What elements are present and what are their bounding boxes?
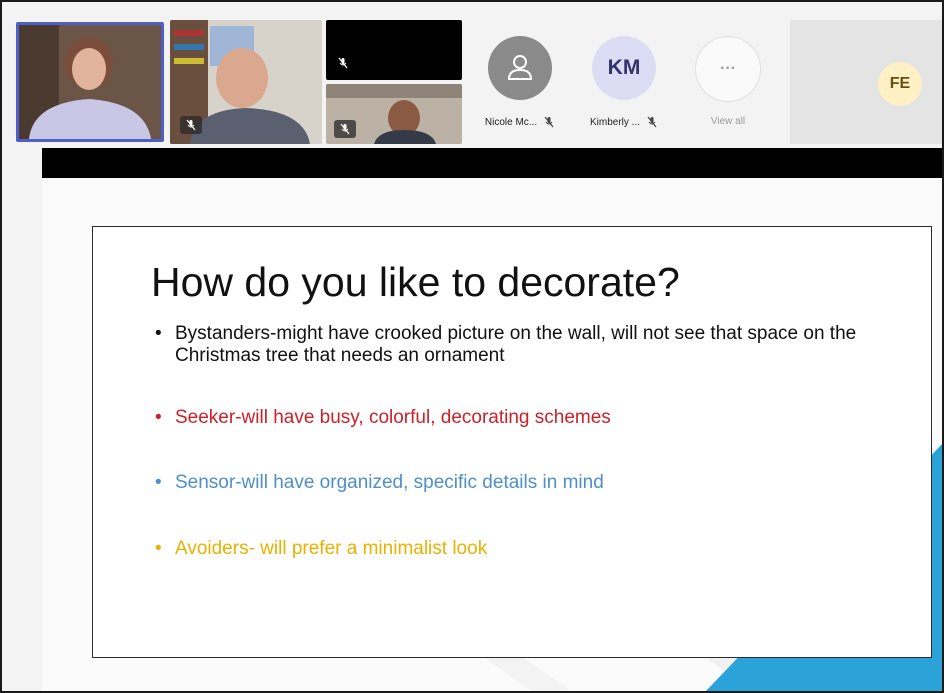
- more-icon: ···: [695, 36, 761, 102]
- video-tile-participant-4[interactable]: [326, 84, 462, 144]
- bullet-marker: •: [155, 538, 162, 559]
- participant-gallery: Nicole Mc... KM Kimberly ... ··· View al…: [10, 16, 942, 148]
- muted-mic-icon: [180, 116, 202, 134]
- view-all-label: View all: [710, 116, 746, 127]
- shared-slide: How do you like to decorate? • Bystanders…: [42, 178, 942, 691]
- avatar-nicole: [488, 36, 552, 100]
- bullet-text: Sensor-will have organized, specific det…: [175, 472, 604, 493]
- muted-mic-icon: [334, 120, 356, 138]
- presenter-video: [19, 25, 161, 139]
- slide-top-bar: [42, 148, 942, 178]
- person-icon: [507, 55, 533, 80]
- avatar-fe: FE: [878, 62, 922, 106]
- muted-mic-icon: [544, 116, 554, 128]
- bullet-marker: •: [155, 407, 162, 428]
- video-tile-participant-3[interactable]: [326, 20, 462, 80]
- participant-name-row: Kimberly ...: [572, 116, 676, 128]
- slide-bullet-list: • Bystanders-might have crooked picture o…: [147, 323, 907, 560]
- bullet-sensor: • Sensor-will have organized, specific de…: [147, 472, 907, 494]
- bullet-text: Avoiders- will prefer a minimalist look: [175, 538, 488, 559]
- avatar-kimberly: KM: [592, 36, 656, 100]
- participant-fe-panel[interactable]: FE: [790, 20, 942, 144]
- bullet-marker: •: [155, 472, 162, 493]
- meeting-window: Nicole Mc... KM Kimberly ... ··· View al…: [0, 0, 944, 693]
- muted-mic-icon: [647, 116, 657, 128]
- bullet-text: Bystanders-might have crooked picture on…: [175, 323, 857, 366]
- participant-name: Nicole Mc...: [484, 116, 538, 128]
- slide-title: How do you like to decorate?: [151, 259, 680, 305]
- muted-mic-icon: [332, 54, 354, 72]
- bullet-avoiders: • Avoiders- will prefer a minimalist look: [147, 538, 907, 560]
- participant-kimberly[interactable]: KM Kimberly ...: [572, 24, 676, 140]
- bullet-marker: •: [155, 323, 162, 344]
- participant-name-row: Nicole Mc...: [468, 116, 572, 128]
- bullet-bystanders: • Bystanders-might have crooked picture o…: [147, 323, 907, 367]
- slide-content-box: How do you like to decorate? • Bystanders…: [92, 226, 932, 658]
- view-all-button[interactable]: ··· View all: [676, 24, 780, 140]
- bullet-text: Seeker-will have busy, colorful, decorat…: [175, 407, 611, 428]
- video-tile-presenter[interactable]: [16, 22, 164, 142]
- bullet-seeker: • Seeker-will have busy, colorful, decora…: [147, 407, 907, 429]
- participant-name: Kimberly ...: [589, 116, 640, 128]
- video-tile-participant-2[interactable]: [170, 20, 322, 144]
- participant-nicole[interactable]: Nicole Mc...: [468, 24, 572, 140]
